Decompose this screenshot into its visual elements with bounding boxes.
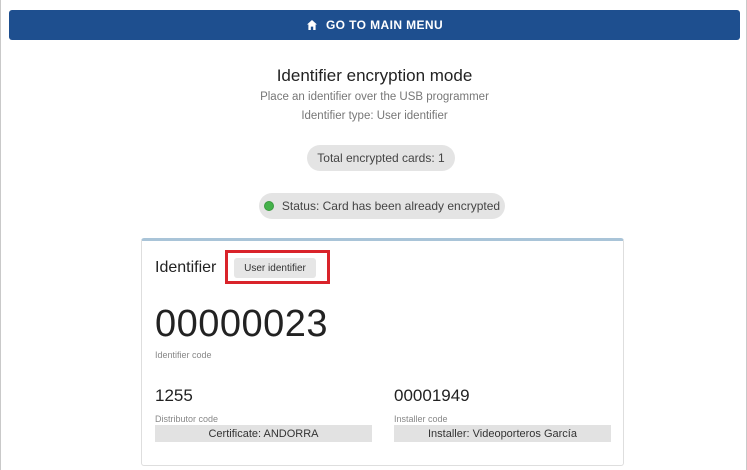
identifier-type-text: Identifier type: User identifier [301,110,448,122]
installer-code-label: Installer code [394,414,448,424]
instruction-text: Place an identifier over the USB program… [260,91,489,103]
status-dot-icon [263,201,274,211]
identifier-code-value: 00000023 [155,303,329,345]
main-menu-button[interactable]: GO TO MAIN MENU [9,10,740,40]
home-icon [306,20,317,30]
total-encrypted-badge: Total encrypted cards: 1 [307,145,455,171]
identifier-code-label: Identifier code [155,350,212,360]
page-title: Identifier encryption mode [276,66,473,85]
identifier-card: Identifier User identifier 00000023 Iden… [141,238,624,466]
status-badge: Status: Card has been already encrypted [259,193,505,219]
app-window: GO TO MAIN MENU Identifier encryption mo… [0,0,747,470]
installer-certificate: Installer: Videoporteros García [394,425,611,442]
highlight-annotation [225,250,330,284]
distributor-code-label: Distributor code [155,414,219,424]
total-encrypted-text: Total encrypted cards: 1 [317,151,445,165]
main-menu-label: GO TO MAIN MENU [325,18,444,32]
installer-code-value: 00001949 [394,386,470,405]
distributor-code-value: 1255 [155,386,193,405]
status-text: Status: Card has been already encrypted [281,199,501,213]
distributor-certificate: Certificate: ANDORRA [155,425,372,442]
card-heading: Identifier [155,259,217,276]
